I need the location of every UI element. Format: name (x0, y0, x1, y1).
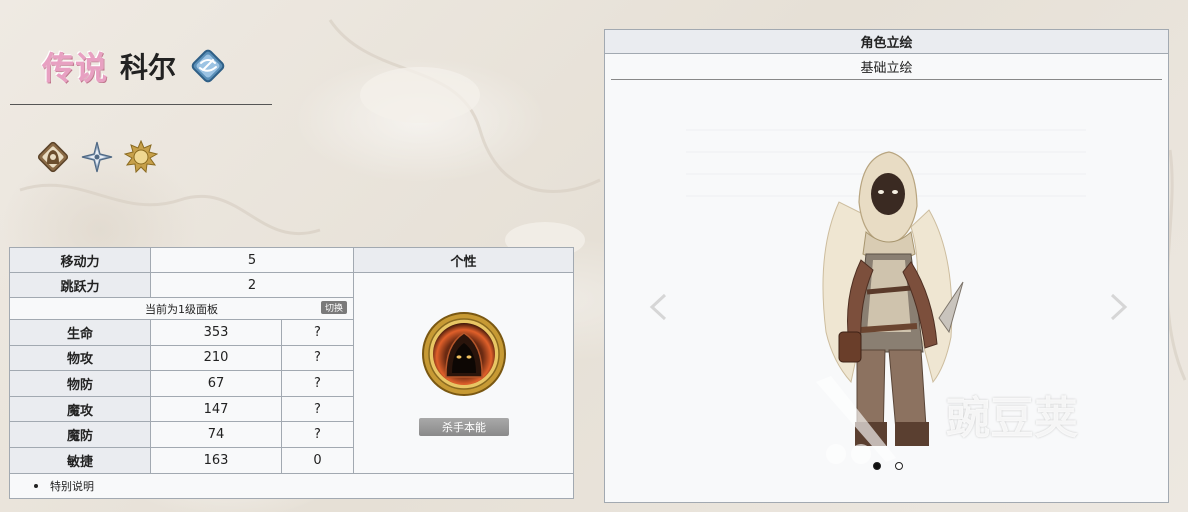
watermark-text: 豌豆荚 (946, 393, 1078, 444)
carousel-dots (873, 462, 903, 470)
special-note-item[interactable]: 特别说明 (50, 478, 94, 494)
trait-icon-row (36, 140, 158, 174)
carousel-dot[interactable] (895, 462, 903, 470)
watermark: 豌豆荚 (816, 372, 1156, 476)
stat-value: 210 (151, 345, 282, 372)
hooded-assassin-class-icon[interactable] (36, 140, 70, 174)
portrait-panel-title: 角色立绘 (605, 30, 1168, 54)
character-name: 科尔 (120, 51, 177, 84)
panel-level-text: 当前为1级面板 (145, 302, 218, 316)
stat-growth: ? (282, 320, 354, 346)
carousel-dot[interactable] (873, 462, 881, 470)
move-label: 移动力 (10, 248, 151, 273)
stat-value: 74 (151, 422, 282, 448)
star-compass-icon[interactable] (80, 140, 114, 174)
chevron-left-icon (649, 293, 667, 321)
special-note-list: 特别说明 (10, 474, 573, 498)
stat-value: 67 (151, 371, 282, 397)
rarity-label: 传说 (42, 49, 109, 87)
jump-value: 2 (151, 273, 354, 298)
personality-name[interactable]: 杀手本能 (419, 418, 509, 436)
stat-label: 魔攻 (10, 396, 151, 423)
stat-label: 魔防 (10, 422, 151, 448)
prev-slide-button[interactable] (647, 292, 669, 322)
stat-label: 敏捷 (10, 448, 151, 474)
assassin-instinct-trait-icon[interactable] (421, 311, 507, 397)
stat-label: 生命 (10, 320, 151, 346)
portrait-carousel: 豌豆荚 (611, 82, 1162, 498)
header-divider (10, 104, 272, 105)
chevron-right-icon (1110, 293, 1128, 321)
stats-table: 移动力 5 个性 跳跃力 2 当前为1级面板 切换 生命 353? 物攻 210? 物防… (9, 247, 574, 499)
personality-cell: 杀手本能 (354, 273, 573, 474)
character-title: 传说 科尔 (42, 44, 228, 88)
jump-label: 跳跃力 (10, 273, 151, 298)
stat-growth: ? (282, 371, 354, 397)
sun-emblem-icon[interactable] (124, 140, 158, 174)
portrait-panel: 角色立绘 基础立绘 豌豆荚 (604, 29, 1169, 503)
tab-basic-portrait[interactable]: 基础立绘 (611, 54, 1162, 80)
move-value: 5 (151, 248, 354, 273)
stat-growth: ? (282, 422, 354, 448)
panel-level-note: 当前为1级面板 切换 (10, 298, 354, 320)
stat-label: 物防 (10, 371, 151, 397)
bullet-dot (34, 484, 38, 488)
stat-growth: ? (282, 396, 354, 423)
stat-value: 353 (151, 320, 282, 346)
personality-header: 个性 (354, 248, 573, 273)
stat-value: 163 (151, 448, 282, 474)
stat-growth: ? (282, 345, 354, 372)
stat-growth: 0 (282, 448, 354, 474)
stat-label: 物攻 (10, 345, 151, 372)
switch-panel-button[interactable]: 切换 (320, 301, 347, 314)
wind-element-icon (191, 49, 225, 83)
next-slide-button[interactable] (1108, 292, 1130, 322)
stat-value: 147 (151, 396, 282, 423)
